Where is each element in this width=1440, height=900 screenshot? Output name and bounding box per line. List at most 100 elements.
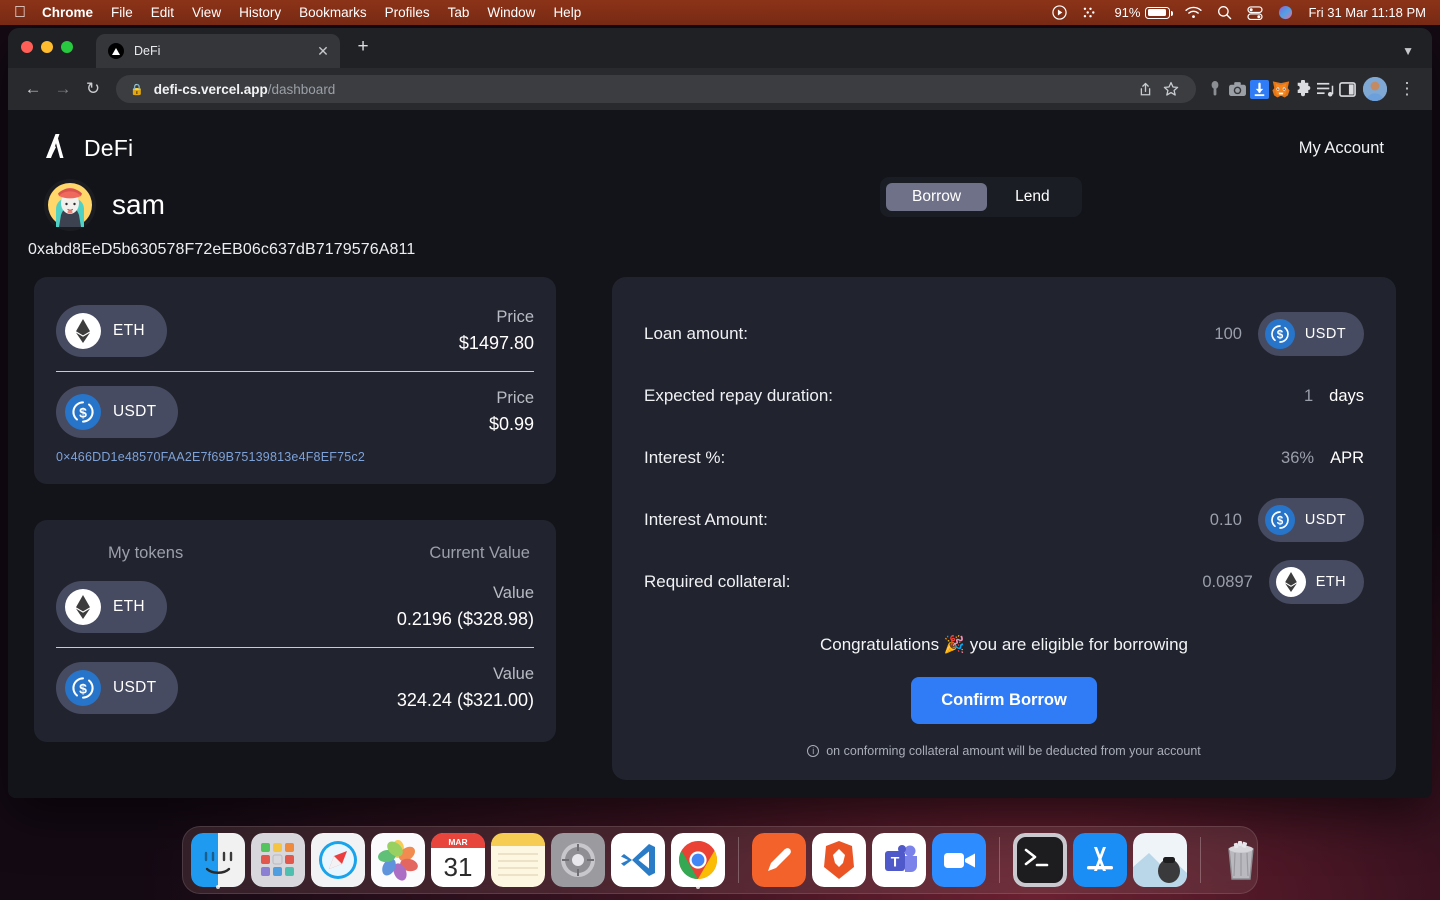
menu-item-bookmarks[interactable]: Bookmarks [299,5,367,20]
dock-item-calendar[interactable]: MAR 31 [431,829,485,891]
eyedropper-icon[interactable] [1204,78,1226,100]
dock-item-trash[interactable] [1214,829,1268,891]
dock-item-system-settings[interactable] [551,829,605,891]
apple-logo-icon[interactable]:  [14,4,26,21]
chrome-browser-window: DeFi ✕ + ▼ ← → ↻ 🔒 defi-cs.vercel.app /d… [8,28,1432,798]
currency-pill-usdt[interactable]: $ USDT [1257,498,1364,542]
calendar-day-label: 31 [444,852,473,882]
spotlight-search-icon[interactable] [1217,5,1232,20]
screen-record-icon[interactable] [1052,5,1068,20]
download-manager-icon[interactable] [1248,78,1270,100]
price-value-eth: Price $1497.80 [459,306,534,356]
dock-item-finder[interactable] [191,829,245,891]
token-pill-eth[interactable]: ETH [56,305,167,357]
field-value-group: 0.0897 ETH [1202,560,1364,604]
currency-pill-eth[interactable]: ETH [1268,560,1364,604]
profile-avatar-icon[interactable] [1363,77,1387,101]
omnibox-path: /dashboard [267,81,336,97]
close-window-button[interactable] [21,41,33,53]
zoom-icon [932,833,986,887]
menu-item-edit[interactable]: Edit [151,5,174,20]
menu-item-chrome[interactable]: Chrome [42,5,93,20]
three-dot-menu-icon[interactable]: ⋮ [1392,74,1422,104]
loan-amount-value[interactable]: 100 [1214,325,1242,344]
wifi-icon[interactable] [1185,6,1203,19]
dock-item-vscode[interactable] [611,829,665,891]
control-center-toggle-icon[interactable] [1247,5,1264,20]
maximize-window-button[interactable] [61,41,73,53]
address-bar[interactable]: 🔒 defi-cs.vercel.app /dashboard [116,75,1196,103]
dock-item-preview[interactable] [1133,829,1187,891]
my-tokens-header-right: Current Value [429,544,530,562]
token-pill-eth[interactable]: ETH [56,581,167,633]
wallet-address: 0xabd8EeD5b630578F72eEB06c637dB7179576A8… [28,241,416,258]
minimize-window-button[interactable] [41,41,53,53]
back-arrow-icon[interactable]: ← [18,74,48,104]
dock-item-postman[interactable] [752,829,806,891]
siri-icon[interactable] [1278,5,1293,20]
battery-status[interactable]: 91% [1114,5,1174,20]
dock-item-launchpad[interactable] [251,829,305,891]
menu-item-profiles[interactable]: Profiles [385,5,430,20]
star-icon[interactable] [1160,78,1182,100]
plus-icon[interactable]: + [350,35,376,61]
camera-icon[interactable] [1226,78,1248,100]
menu-item-help[interactable]: Help [553,5,581,20]
token-pill-usdt[interactable]: $ USDT [56,662,179,714]
confirm-borrow-button[interactable]: Confirm Borrow [911,677,1097,724]
reload-icon[interactable]: ↻ [78,74,108,104]
battery-icon [1145,6,1174,19]
dock-separator [1200,837,1201,883]
dock-item-safari[interactable] [311,829,365,891]
value-label: Value [493,664,534,683]
app-store-icon [1073,833,1127,887]
share-icon[interactable] [1134,78,1156,100]
dock-item-photos[interactable] [371,829,425,891]
my-account-link[interactable]: My Account [1299,139,1396,158]
token-pill-usdt[interactable]: $ USDT [56,386,179,438]
field-label: Required collateral: [644,572,791,591]
contract-address-link[interactable]: 0×466DD1e48570FAA2E7f69B75139813e4F8EF75… [56,450,534,464]
dock-item-notes[interactable] [491,829,545,891]
chevron-down-icon[interactable]: ▼ [1402,44,1414,58]
menu-item-history[interactable]: History [239,5,281,20]
token-symbol: USDT [113,679,157,696]
forward-arrow-icon[interactable]: → [48,74,78,104]
metamask-fox-icon[interactable] [1270,78,1292,100]
puzzle-extensions-icon[interactable] [1292,78,1314,100]
photos-icon [371,833,425,887]
usdt-coin-icon: $ [65,394,101,430]
price-amount: $0.99 [488,413,534,434]
browser-tab[interactable]: DeFi ✕ [96,34,340,68]
menu-item-tab[interactable]: Tab [448,5,470,20]
site-brand[interactable]: DeFi [44,132,133,165]
reading-list-icon[interactable] [1314,78,1336,100]
field-value-group: 1 days [1304,387,1364,406]
dock-item-zoom[interactable] [932,829,986,891]
tab-borrow[interactable]: Borrow [886,183,988,211]
vscode-icon [611,833,665,887]
system-settings-icon [551,833,605,887]
dock-item-teams[interactable]: T [872,829,926,891]
dock-item-brave[interactable] [812,829,866,891]
menu-bar-clock[interactable]: Fri 31 Mar 11:18 PM [1308,5,1426,20]
dock-item-terminal[interactable] [1013,829,1067,891]
svg-text:T: T [891,854,900,870]
control-center-icon[interactable] [1082,6,1099,19]
svg-text:$: $ [79,680,87,696]
interest-amount-value: 0.10 [1209,510,1242,529]
ethereum-coin-icon [1275,567,1306,597]
side-panel-icon[interactable] [1336,78,1358,100]
close-icon[interactable]: ✕ [314,44,332,58]
menu-item-window[interactable]: Window [487,5,535,20]
field-value-group: 36% APR [1281,449,1364,468]
menu-item-file[interactable]: File [111,5,133,20]
dock-item-app-store[interactable] [1073,829,1127,891]
menu-item-view[interactable]: View [192,5,221,20]
dock-item-chrome[interactable] [671,829,725,891]
tab-lend[interactable]: Lend [989,183,1075,211]
repay-duration-value[interactable]: 1 [1304,387,1313,406]
battery-percent-label: 91% [1114,5,1141,20]
price-amount: $1497.80 [458,332,534,353]
currency-pill-usdt[interactable]: $ USDT [1257,312,1364,356]
